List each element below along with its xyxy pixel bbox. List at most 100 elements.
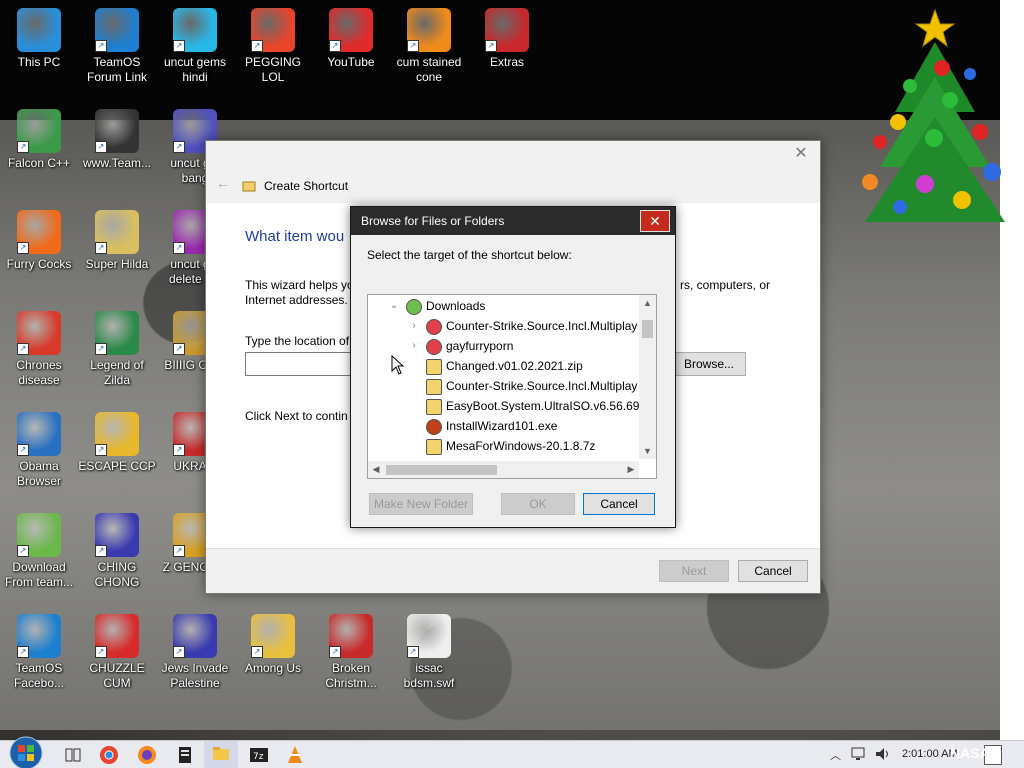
tree-item-label: Counter-Strike.Source.Incl.Multiplay — [446, 319, 638, 333]
start-button-icon[interactable] — [8, 735, 44, 768]
desktop-icon[interactable]: ↗ Falcon C++ — [0, 109, 78, 171]
torrent-icon — [426, 339, 442, 355]
tree-item[interactable]: MesaForWindows-20.1.8.7z — [368, 436, 639, 456]
scroll-left-icon[interactable]: ◀ — [368, 461, 384, 478]
scroll-thumb[interactable] — [642, 320, 653, 338]
shortcut-arrow-icon: ↗ — [329, 646, 341, 658]
file-explorer-taskbar-button[interactable] — [204, 741, 238, 768]
desktop-icon[interactable]: ↗ YouTube — [312, 8, 390, 70]
next-instructions: Click Next to contin — [245, 409, 348, 423]
chevron-up-icon[interactable]: ︿ — [830, 747, 841, 763]
desktop-icon[interactable]: ↗ Extras — [468, 8, 546, 70]
back-arrow-icon[interactable]: ← — [216, 175, 230, 191]
7zip-icon[interactable]: 7z — [248, 744, 270, 766]
desktop-icon[interactable]: ↗ TeamOS Facebo... — [0, 614, 78, 691]
tree-item[interactable]: › Counter-Strike.Source.Incl.Multiplay — [368, 316, 639, 336]
desktop-icon[interactable]: This PC — [0, 8, 78, 70]
browse-button[interactable]: Browse... — [672, 352, 746, 376]
close-icon[interactable]: ✕ — [640, 210, 670, 232]
horizontal-scrollbar[interactable]: ◀ ▶ — [368, 461, 639, 478]
desktop-icon[interactable]: ↗ ESCAPE CCP — [78, 412, 156, 474]
desktop-icon[interactable]: ↗ Furry Cocks — [0, 210, 78, 272]
tree-item-label: EasyBoot.System.UltraISO.v6.56.693.V — [446, 399, 657, 413]
shortcut-arrow-icon: ↗ — [95, 343, 107, 355]
desktop-icon[interactable]: ↗ uncut gems hindi — [156, 8, 234, 85]
shortcut-arrow-icon: ↗ — [17, 141, 29, 153]
chevron-right-icon[interactable]: › — [408, 336, 420, 356]
diamond-icon: ↗ — [173, 8, 217, 52]
torrent-icon — [426, 319, 442, 335]
scroll-up-icon[interactable]: ▲ — [639, 295, 656, 311]
desktop-icon[interactable]: ↗ Among Us — [234, 614, 312, 676]
desktop-icon[interactable]: ↗ issac bdsm.swf — [390, 614, 468, 691]
browse-dialog-titlebar[interactable]: Browse for Files or Folders ✕ — [351, 207, 675, 235]
chevron-right-icon[interactable]: › — [408, 316, 420, 336]
desktop-icon-label: This PC — [17, 55, 61, 69]
firefox-icon[interactable] — [136, 744, 158, 766]
wizard-titlebar[interactable] — [206, 141, 820, 203]
desktop-icon[interactable]: ↗ Download From team... — [0, 513, 78, 590]
desktop-icon[interactable]: ↗ CHING CHONG — [78, 513, 156, 590]
next-button[interactable]: Next — [659, 560, 729, 582]
desktop-icon-label: TeamOS Forum Link — [86, 55, 148, 84]
shortcut-arrow-icon: ↗ — [173, 343, 185, 355]
tree-item[interactable]: Counter-Strike.Source.Incl.Multiplay — [368, 376, 639, 396]
desktop-icon-label: CHUZZLE CUM — [89, 661, 145, 690]
shortcut-arrow-icon: ↗ — [173, 444, 185, 456]
shortcut-arrow-icon: ↗ — [251, 40, 263, 52]
desktop-icon[interactable]: ↗ Obama Browser — [0, 412, 78, 489]
desktop-icon-label: cum stained cone — [396, 55, 462, 84]
tree-item[interactable]: EasyBoot.System.UltraISO.v6.56.693.V — [368, 396, 656, 416]
desktop-icon-label: uncut gems hindi — [163, 55, 227, 84]
desktop-icon[interactable]: ↗ Super Hilda — [78, 210, 156, 272]
scroll-right-icon[interactable]: ▶ — [623, 461, 639, 478]
vlc-icon[interactable] — [284, 744, 306, 766]
mouse-cursor-icon — [391, 355, 405, 375]
close-icon[interactable]: ✕ — [788, 143, 814, 165]
desktop-icon[interactable]: ↗ cum stained cone — [390, 8, 468, 85]
desktop-icon[interactable]: ↗ Jews Invade Palestine — [156, 614, 234, 691]
ok-button[interactable]: OK — [501, 493, 575, 515]
desktop-icon[interactable]: ↗ CHUZZLE CUM — [78, 614, 156, 691]
vertical-scrollbar[interactable]: ▲ ▼ — [639, 295, 656, 459]
desktop-icon-label: issac bdsm.swf — [403, 661, 455, 690]
cancel-button[interactable]: Cancel — [583, 493, 655, 515]
cancel-button[interactable]: Cancel — [738, 560, 808, 582]
shortcut-arrow-icon: ↗ — [17, 646, 29, 658]
network-icon[interactable] — [850, 745, 868, 763]
desktop-icon[interactable]: ↗ www.Team... — [78, 109, 156, 171]
chevron-down-icon[interactable]: ⌄ — [388, 296, 400, 316]
obama-icon: ↗ — [17, 412, 61, 456]
scroll-down-icon[interactable]: ▼ — [639, 443, 656, 459]
desktop-icon[interactable]: ↗ Chrones disease — [0, 311, 78, 388]
app-icon[interactable] — [174, 744, 196, 766]
settings-gear-icon: ↗ — [95, 8, 139, 52]
shortcut-arrow-icon: ↗ — [17, 545, 29, 557]
desktop-icon[interactable]: ↗ PEGGING LOL — [234, 8, 312, 85]
shortcut-arrow-icon: ↗ — [173, 242, 185, 254]
archive-icon — [426, 399, 442, 415]
desktop-icon-label: Broken Christm... — [325, 661, 377, 690]
chrome-icon[interactable] — [98, 744, 120, 766]
among-us-icon: ↗ — [251, 614, 295, 658]
location-label: Type the location of — [245, 334, 350, 348]
make-new-folder-button[interactable]: Make New Folder — [369, 493, 473, 515]
desktop-icon-label: TeamOS Facebo... — [13, 661, 65, 690]
traffic-cone-icon: ↗ — [407, 8, 451, 52]
task-view-icon[interactable] — [62, 744, 84, 766]
desktop-icon[interactable]: ↗ TeamOS Forum Link — [78, 8, 156, 85]
tree-item[interactable]: Changed.v01.02.2021.zip — [368, 356, 639, 376]
pegging-icon: ↗ — [251, 8, 295, 52]
folder-tree[interactable]: ⌄ Downloads › Counter-Strike.Source.Incl.Mu… — [367, 294, 657, 479]
shortcut-arrow-icon: ↗ — [251, 646, 263, 658]
desktop-icon[interactable]: ↗ Broken Christm... — [312, 614, 390, 691]
tree-item[interactable]: InstallWizard101.exe — [368, 416, 639, 436]
scroll-thumb[interactable] — [386, 465, 497, 475]
desktop-icon[interactable]: ↗ Legend of Zilda — [78, 311, 156, 388]
volume-icon[interactable] — [874, 745, 892, 763]
shortcut-arrow-icon: ↗ — [485, 40, 497, 52]
file-icon: ↗ — [95, 109, 139, 153]
tree-item[interactable]: › gayfurryporn — [368, 336, 639, 356]
tree-item[interactable]: ⌄ Downloads — [368, 296, 639, 316]
shortcut-arrow-icon: ↗ — [173, 646, 185, 658]
